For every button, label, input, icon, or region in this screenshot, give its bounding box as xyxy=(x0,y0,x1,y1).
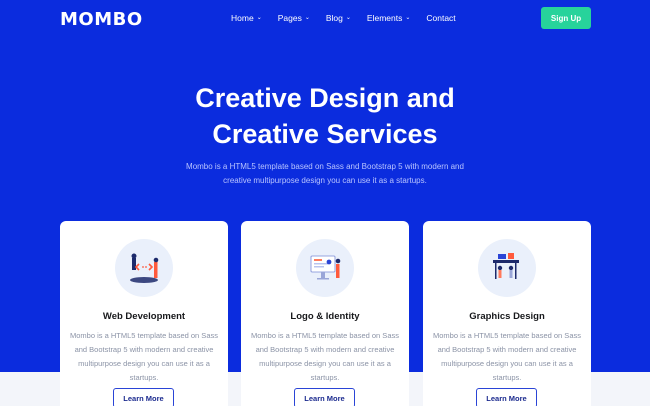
card-text-line: Mombo is a HTML5 template based on Sass xyxy=(433,331,581,340)
card-text-line: Mombo is a HTML5 template based on Sass xyxy=(70,331,218,340)
card-text-line: and Bootstrap 5 with modern and creative xyxy=(437,345,577,354)
nav-item-label: Contact xyxy=(426,13,456,23)
card-description: Mombo is a HTML5 template based on Sass … xyxy=(251,329,399,385)
service-card-graphics-design: Graphics Design Mombo is a HTML5 templat… xyxy=(423,221,591,406)
chevron-down-icon: ⌄ xyxy=(405,15,411,21)
nav-item-elements[interactable]: Elements ⌄ xyxy=(367,13,410,23)
nav-item-label: Pages xyxy=(277,13,302,23)
hero-title-line: Creative Design and xyxy=(195,83,455,113)
card-description: Mombo is a HTML5 template based on Sass … xyxy=(70,329,218,385)
nav-item-contact[interactable]: Contact xyxy=(426,13,455,23)
card-title: Web Development xyxy=(102,311,186,322)
chevron-down-icon: ⌄ xyxy=(304,15,310,21)
hero-subtitle-line: creative multipurpose design you can use… xyxy=(223,176,427,185)
nav-item-home[interactable]: Home ⌄ xyxy=(231,13,262,23)
card-description: Mombo is a HTML5 template based on Sass … xyxy=(433,329,581,385)
logo-identity-illustration-icon xyxy=(296,239,354,297)
chevron-down-icon: ⌄ xyxy=(256,15,262,21)
hero-subtitle: Mombo is a HTML5 template based on Sass … xyxy=(175,160,475,188)
learn-more-button[interactable]: Learn More xyxy=(294,388,355,406)
card-text-line: and Bootstrap 5 with modern and creative xyxy=(255,345,395,354)
card-text-line: and Bootstrap 5 with modern and creative xyxy=(74,345,214,354)
card-title: Graphics Design xyxy=(469,311,545,322)
nav-item-label: Elements xyxy=(366,13,403,23)
graphics-design-illustration-icon xyxy=(478,239,536,297)
card-text-line: multipurpose design you can use it as a xyxy=(78,359,210,368)
learn-more-button[interactable]: Learn More xyxy=(113,388,174,406)
card-text-line: startups. xyxy=(492,373,522,382)
main-nav: Home ⌄ Pages ⌄ Blog ⌄ Elements ⌄ Contact xyxy=(231,13,472,23)
learn-more-button[interactable]: Learn More xyxy=(476,388,537,406)
sign-up-button[interactable]: Sign Up xyxy=(541,7,591,29)
web-development-illustration-icon xyxy=(115,239,173,297)
hero-subtitle-line: Mombo is a HTML5 template based on Sass … xyxy=(186,162,464,171)
nav-item-blog[interactable]: Blog ⌄ xyxy=(326,13,351,23)
brand-logo[interactable]: MOMBO xyxy=(60,9,143,30)
hero-title-line: Creative Services xyxy=(212,119,438,149)
nav-item-pages[interactable]: Pages ⌄ xyxy=(278,13,310,23)
card-text-line: multipurpose design you can use it as a xyxy=(259,359,391,368)
service-card-logo-identity: Logo & Identity Mombo is a HTML5 templat… xyxy=(241,221,409,406)
card-title: Logo & Identity xyxy=(290,311,360,322)
chevron-down-icon: ⌄ xyxy=(345,15,351,21)
nav-item-label: Home xyxy=(231,13,254,23)
card-text-line: startups. xyxy=(310,373,340,382)
service-card-web-development: Web Development Mombo is a HTML5 templat… xyxy=(60,221,228,406)
hero-title: Creative Design and Creative Services xyxy=(0,80,650,152)
nav-item-label: Blog xyxy=(325,13,343,23)
card-text-line: startups. xyxy=(129,373,159,382)
card-text-line: Mombo is a HTML5 template based on Sass xyxy=(251,331,399,340)
card-text-line: multipurpose design you can use it as a xyxy=(441,359,573,368)
